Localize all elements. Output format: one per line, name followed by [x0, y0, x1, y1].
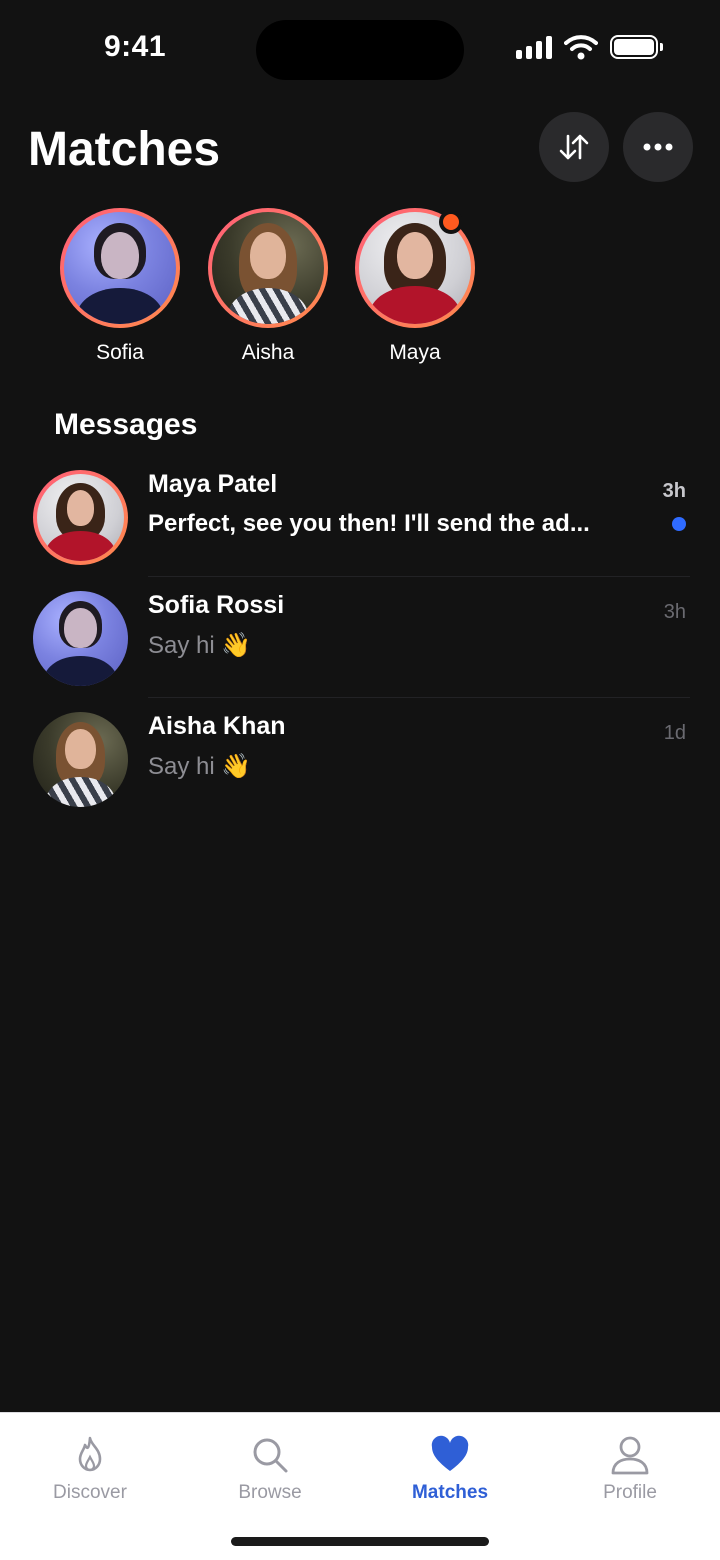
message-row-maya-patel[interactable]: Maya Patel Perfect, see you then! I'll s…: [0, 456, 720, 577]
cellular-signal-icon: [516, 35, 552, 59]
more-horizontal-icon: [643, 143, 673, 151]
message-row-sofia-rossi[interactable]: Sofia Rossi Say hi 👋 3h: [0, 577, 720, 698]
sort-arrows-icon: [559, 134, 589, 160]
contact-name: Maya Patel: [148, 470, 278, 498]
avatar: [33, 712, 128, 807]
tab-label: Browse: [238, 1482, 302, 1503]
tab-matches[interactable]: Matches: [380, 1435, 520, 1515]
message-time: 3h: [663, 601, 686, 623]
avatar: [64, 212, 176, 324]
status-time: 9:41: [104, 30, 167, 63]
match-story-maya[interactable]: Maya: [355, 208, 475, 378]
sort-button[interactable]: [539, 112, 609, 182]
message-preview: Perfect, see you then! I'll send the ad.…: [148, 510, 590, 537]
message-preview: Say hi 👋: [148, 632, 252, 659]
message-row-aisha-khan[interactable]: Aisha Khan Say hi 👋 1d: [0, 698, 720, 819]
story-ring: [208, 208, 328, 328]
story-ring: [60, 208, 180, 328]
message-time: 3h: [662, 480, 686, 502]
tab-label: Matches: [411, 1482, 489, 1503]
avatar: [212, 212, 324, 324]
avatar: [33, 591, 128, 686]
match-name: Maya: [389, 341, 441, 364]
match-story-sofia[interactable]: Sofia: [60, 208, 180, 378]
matches-screen: 9:41 Matches Sofia Aisha Maya Messages M…: [0, 0, 720, 1560]
wifi-icon: [564, 35, 598, 60]
match-name: Aisha: [241, 341, 295, 364]
more-options-button[interactable]: [623, 112, 693, 182]
tab-label: Discover: [53, 1482, 127, 1503]
tab-label: Profile: [603, 1482, 657, 1503]
page-title: Matches: [28, 123, 221, 176]
tab-browse[interactable]: Browse: [200, 1435, 340, 1515]
contact-name: Sofia Rossi: [148, 591, 285, 619]
messages-heading: Messages: [54, 408, 198, 441]
search-icon: [253, 1438, 288, 1473]
dynamic-island: [256, 20, 464, 80]
match-story-aisha[interactable]: Aisha: [208, 208, 328, 378]
unread-indicator: [672, 517, 686, 531]
online-indicator: [439, 210, 463, 234]
tab-profile[interactable]: Profile: [560, 1435, 700, 1515]
flame-icon: [78, 1436, 102, 1472]
tab-discover[interactable]: Discover: [20, 1435, 160, 1515]
status-icons: [516, 34, 663, 60]
status-bar: 9:41: [0, 0, 720, 100]
user-icon: [611, 1436, 649, 1475]
contact-name: Aisha Khan: [148, 712, 286, 740]
heart-icon: [431, 1435, 469, 1471]
avatar: [33, 470, 128, 565]
home-indicator: [231, 1537, 489, 1546]
message-preview: Say hi 👋: [148, 753, 252, 780]
match-name: Sofia: [96, 341, 144, 364]
battery-icon: [610, 35, 663, 59]
message-time: 1d: [663, 722, 686, 744]
